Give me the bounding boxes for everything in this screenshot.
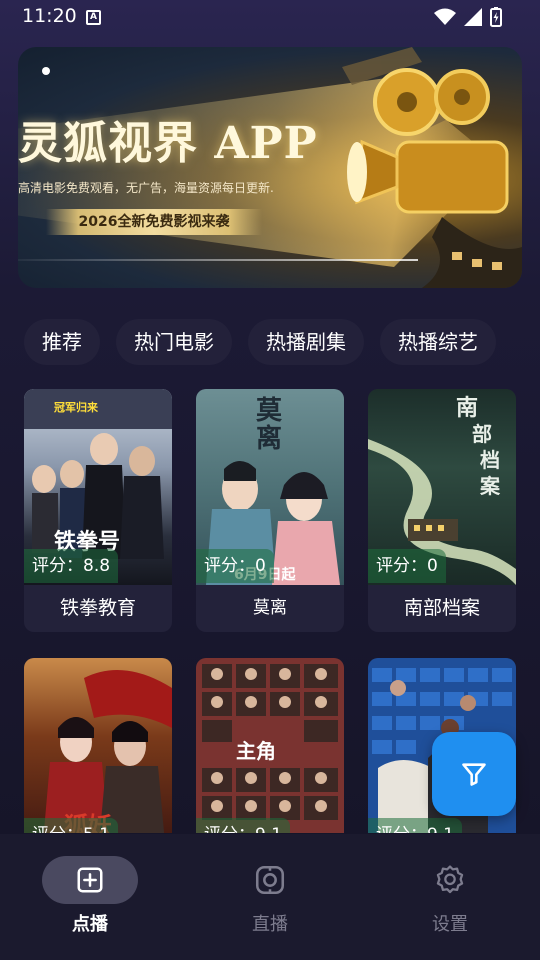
status-bar: 11:20 A bbox=[0, 0, 540, 34]
movie-card[interactable]: 主角 评分：9.1 bbox=[196, 658, 344, 833]
movie-title: 南部档案 bbox=[403, 597, 480, 619]
wifi-icon bbox=[434, 8, 456, 25]
poster-art: 狐妖 bbox=[43, 670, 172, 833]
rating-badge: 评分：9.1 bbox=[196, 818, 291, 833]
carousel-indicator bbox=[42, 67, 50, 75]
movie-poster: 狐妖 bbox=[24, 658, 172, 833]
banner-divider bbox=[18, 259, 418, 261]
movie-title: 铁拳教育 bbox=[59, 597, 136, 619]
nav-label: 设置 bbox=[432, 914, 468, 935]
poster-art: 主角 bbox=[202, 664, 338, 820]
nav-vod[interactable]: 点播 bbox=[30, 856, 150, 936]
movie-card[interactable]: 冠军归来 铁拳号 评分：8.8 铁拳教育 bbox=[24, 389, 172, 632]
battery-icon bbox=[490, 7, 502, 27]
nav-label: 点播 bbox=[72, 914, 108, 935]
movie-camera-illustration bbox=[342, 47, 522, 288]
live-camera-icon bbox=[255, 865, 285, 895]
banner-title: 灵狐视界 APP bbox=[18, 118, 318, 169]
nav-live[interactable]: 直播 bbox=[210, 856, 330, 936]
nav-icon-highlight bbox=[42, 856, 138, 904]
rating-badge: 评分：5.1 bbox=[24, 818, 119, 833]
nav-settings[interactable]: 设置 bbox=[390, 856, 510, 936]
svg-text:离: 离 bbox=[256, 423, 282, 454]
tab-hot-series[interactable]: 热播剧集 bbox=[248, 319, 364, 365]
movie-card[interactable]: 狐妖 评分：5.1 bbox=[24, 658, 172, 833]
rating-badge: 评分：8.8 bbox=[24, 549, 119, 583]
svg-text:部: 部 bbox=[472, 422, 492, 446]
svg-text:案: 案 bbox=[479, 474, 501, 498]
banner-subtitle: 高清电影免费观看，无广告，海量资源每日更新. bbox=[18, 181, 274, 195]
category-tabs: 推荐 热门电影 热播剧集 热播综艺 bbox=[24, 319, 496, 365]
svg-text:莫: 莫 bbox=[256, 396, 283, 426]
tab-recommend[interactable]: 推荐 bbox=[24, 319, 100, 365]
tab-hot-movies[interactable]: 热门电影 bbox=[116, 319, 232, 365]
banner-tagline: 2026全新免费影视来袭 bbox=[46, 209, 262, 235]
promo-banner[interactable]: 灵狐视界 APP 高清电影免费观看，无广告，海量资源每日更新. 2026全新免费… bbox=[18, 47, 522, 288]
notification-icon: A bbox=[86, 10, 101, 25]
svg-text:冠军归来: 冠军归来 bbox=[54, 400, 99, 414]
nav-label: 直播 bbox=[252, 914, 288, 935]
tab-hot-variety[interactable]: 热播综艺 bbox=[380, 319, 496, 365]
filter-icon bbox=[462, 763, 486, 786]
status-icons bbox=[434, 7, 502, 27]
gear-icon bbox=[436, 865, 464, 894]
poster-title: 主角 bbox=[236, 739, 276, 763]
movie-title: 莫离 bbox=[253, 598, 287, 618]
status-time: 11:20 bbox=[22, 5, 77, 27]
bottom-nav: 点播 直播 设置 bbox=[0, 834, 540, 960]
filter-button[interactable] bbox=[432, 732, 516, 816]
svg-text:南: 南 bbox=[456, 395, 478, 421]
movie-poster: 主角 bbox=[196, 658, 344, 833]
rating-badge: 评分：9.1 bbox=[368, 818, 463, 833]
rating-badge: 评分：0 bbox=[368, 549, 446, 583]
movie-card[interactable]: 莫 离 6月9日起 评分：0 莫离 bbox=[196, 389, 344, 632]
svg-text:档: 档 bbox=[480, 448, 500, 472]
rating-badge: 评分：0 bbox=[196, 549, 274, 583]
plus-square-icon bbox=[77, 867, 103, 893]
signal-icon bbox=[464, 8, 482, 26]
movie-card[interactable]: 南 部 档 案 评分：0 南部档案 bbox=[368, 389, 516, 632]
